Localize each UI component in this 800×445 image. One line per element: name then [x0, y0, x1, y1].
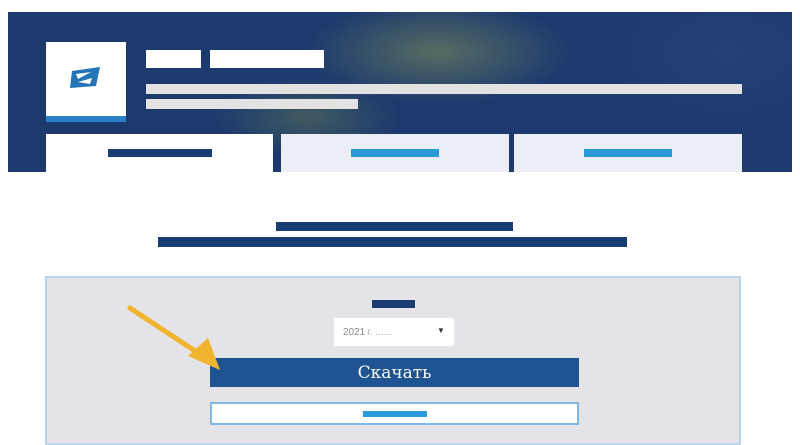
logo-accent-bar [46, 116, 126, 122]
download-button[interactable]: Скачать [210, 358, 579, 387]
year-field-label [372, 300, 415, 308]
site-subtitle-line-1 [146, 84, 742, 94]
tab-1-label [107, 149, 212, 157]
tab-2-label [351, 149, 439, 157]
site-subtitle-line-2 [146, 99, 358, 109]
chevron-down-icon: ▼ [437, 326, 445, 335]
site-title-part-2 [210, 50, 324, 68]
tab-1[interactable] [46, 134, 273, 172]
tab-2[interactable] [281, 134, 509, 172]
header-banner [8, 12, 792, 172]
page-heading-line-1 [276, 222, 513, 231]
year-select-value: 2021 г. ...... [343, 327, 392, 338]
secondary-button[interactable] [210, 402, 579, 425]
site-logo[interactable] [46, 42, 126, 116]
download-button-label: Скачать [357, 362, 432, 383]
site-title-part-1 [146, 50, 201, 68]
tab-3-label [584, 149, 672, 157]
secondary-button-label [362, 410, 427, 417]
page-heading-line-2 [158, 237, 627, 247]
pointer-arrow-icon [127, 305, 220, 370]
tab-3[interactable] [514, 134, 742, 172]
year-select[interactable]: 2021 г. ...... ▼ [334, 318, 454, 346]
flag-logo-icon [70, 67, 100, 88]
